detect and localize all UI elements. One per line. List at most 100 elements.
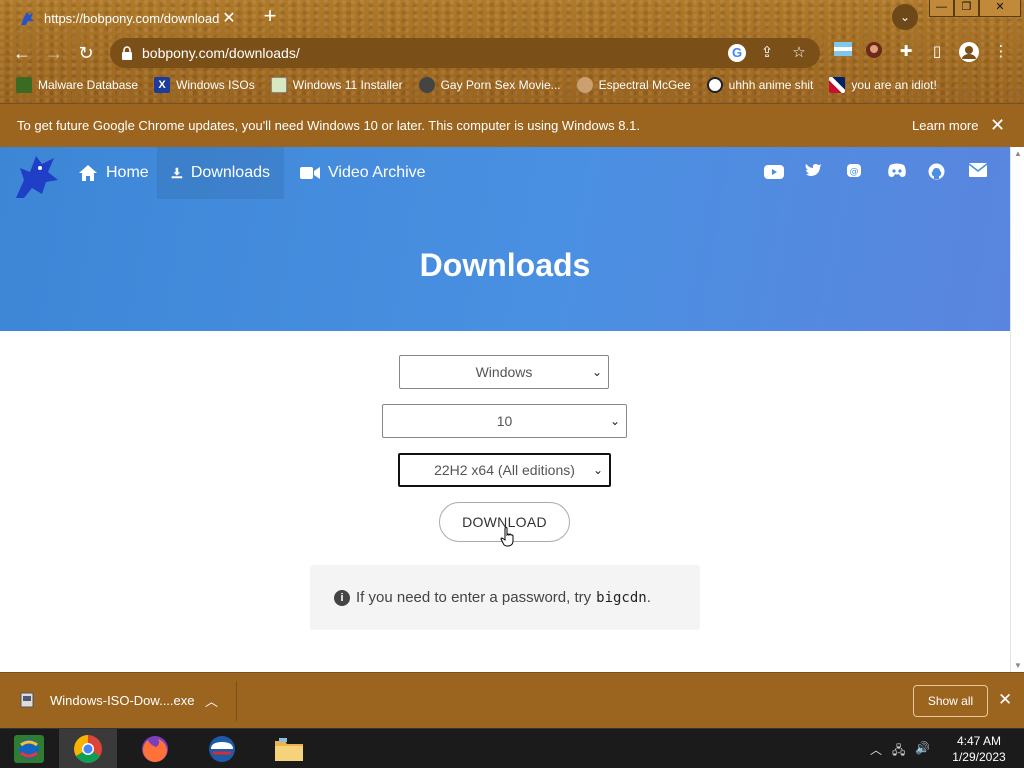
twitter-icon[interactable] [805, 163, 827, 183]
bookmark-label: Gay Porn Sex Movie... [440, 78, 561, 92]
nav-home[interactable]: Home [64, 147, 163, 199]
show-all-button[interactable]: Show all [913, 685, 988, 717]
tab-title: https://bobpony.com/downloads/ [44, 10, 220, 26]
chrome-menu-icon[interactable]: ⋮ [990, 41, 1012, 63]
nav-downloads-label: Downloads [190, 164, 270, 181]
mail-icon[interactable] [968, 163, 991, 183]
avatar-favicon [576, 77, 593, 93]
note-text: If you need to enter a password, try [356, 589, 592, 606]
new-tab-button[interactable]: + [258, 5, 282, 29]
browser-tab[interactable]: https://bobpony.com/downloads/ ✕ [8, 2, 248, 34]
taskbar-clock[interactable]: 4:47 AM 1/29/2023 [944, 733, 1014, 765]
ie-icon[interactable] [193, 729, 251, 768]
start-button[interactable] [0, 729, 58, 768]
nav-home-label: Home [106, 164, 149, 181]
firefox-icon[interactable] [126, 729, 184, 768]
clock-date: 1/29/2023 [952, 750, 1006, 764]
bookmark-anime[interactable]: uhhh anime shit [706, 77, 813, 93]
bookmark-windows-isos[interactable]: X Windows ISOs [154, 77, 255, 93]
note-password: bigcdn [596, 589, 647, 606]
back-button[interactable]: ← [8, 39, 36, 67]
scroll-down-icon[interactable]: ▼ [1014, 661, 1022, 670]
share-icon[interactable]: ⇪ [756, 42, 778, 64]
extension-avatar-icon[interactable] [863, 41, 885, 63]
hand-cursor-icon [500, 527, 514, 547]
bookmark-site[interactable]: Gay Porn Sex Movie... [418, 77, 561, 93]
close-tab-icon[interactable]: ✕ [220, 8, 238, 28]
infobar-message: To get future Google Chrome updates, you… [17, 118, 640, 133]
edition-select-value: 22H2 x64 (All editions) [434, 462, 575, 478]
svg-text:@: @ [850, 167, 859, 177]
clock-time: 4:47 AM [956, 734, 1002, 748]
web-page: Home Downloads Video Archive @ Downloads… [0, 147, 1010, 672]
uk-flag-icon [829, 77, 846, 93]
download-shelf: Windows-ISO-Dow....exe ︿ Show all ✕ [0, 672, 1024, 728]
forward-button[interactable]: → [40, 39, 68, 67]
scroll-up-icon[interactable]: ▲ [1014, 149, 1022, 158]
os-select[interactable]: Windows ⌄ [399, 355, 609, 389]
infobar-close-icon[interactable]: ✕ [990, 115, 1005, 136]
browser-frame: https://bobpony.com/downloads/ ✕ + ⌄ — ❐… [0, 0, 1024, 103]
bookmark-label: Malware Database [38, 78, 139, 92]
window-controls: — ❐ ✕ [929, 0, 1021, 18]
tab-search-button[interactable]: ⌄ [892, 4, 918, 30]
bookmark-label: you are an idiot! [851, 78, 937, 92]
bookmark-star-icon[interactable]: ☆ [788, 42, 810, 64]
nav-video-archive-label: Video Archive [328, 164, 426, 181]
system-tray: ︿ 🖧 🔊 [870, 741, 930, 762]
download-icon [171, 167, 183, 179]
taskbar: ︿ 🖧 🔊 4:47 AM 1/29/2023 [0, 728, 1024, 768]
shelf-divider [236, 681, 237, 721]
version-select[interactable]: 10 ⌄ [382, 404, 627, 438]
network-icon[interactable]: 🖧 [892, 741, 905, 762]
chrome-icon[interactable] [59, 729, 117, 768]
bookmark-malware-database[interactable]: Malware Database [16, 77, 138, 93]
page-scrollbar[interactable]: ▲ ▼ [1010, 147, 1024, 672]
bookmark-espectral-mcgee[interactable]: Espectral McGee [576, 77, 691, 93]
site-navbar: Home Downloads Video Archive @ [0, 147, 1010, 199]
maximize-button[interactable]: ❐ [954, 0, 979, 17]
discord-icon[interactable] [887, 163, 909, 183]
chevron-up-icon[interactable]: ︿ [205, 691, 218, 710]
edition-select[interactable]: 22H2 x64 (All editions) ⌄ [398, 453, 611, 487]
shelf-close-icon[interactable]: ✕ [998, 690, 1012, 710]
bookmark-label: Windows 11 Installer [292, 78, 403, 92]
mastodon-icon[interactable]: @ [846, 163, 868, 183]
bookmark-windows-11-installer[interactable]: Windows 11 Installer [270, 77, 403, 93]
chevron-down-icon: ⌄ [591, 365, 602, 379]
chevron-down-icon: ⌄ [609, 414, 620, 428]
extensions-puzzle-icon[interactable]: ✚ [895, 41, 917, 63]
bobpony-logo[interactable] [10, 150, 62, 202]
show-hidden-icons-icon[interactable]: ︿ [870, 741, 882, 762]
learn-more-link[interactable]: Learn more [912, 118, 978, 133]
download-item[interactable]: Windows-ISO-Dow....exe [20, 692, 195, 708]
page-title: Downloads [419, 247, 591, 283]
nav-downloads[interactable]: Downloads [157, 147, 284, 199]
address-bar[interactable]: bobpony.com/downloads/ G ⇪ ☆ [110, 38, 820, 68]
bookmark-you-are-an-idiot[interactable]: you are an idiot! [829, 77, 937, 93]
github-icon[interactable] [928, 163, 950, 183]
file-explorer-icon[interactable] [260, 729, 318, 768]
info-icon: i [334, 589, 350, 606]
bookmark-label: Espectral McGee [598, 78, 691, 92]
download-file-name: Windows-ISO-Dow....exe [50, 692, 195, 708]
site-favicon [418, 77, 435, 93]
youtube-icon[interactable] [764, 163, 786, 183]
os-select-value: Windows [475, 364, 533, 380]
window-close-button[interactable]: ✕ [979, 0, 1021, 17]
bookmark-label: Windows ISOs [176, 78, 255, 92]
side-panel-icon[interactable]: ▯ [926, 41, 948, 63]
profile-avatar-icon[interactable] [958, 41, 980, 63]
bobpony-favicon [21, 12, 34, 25]
chevron-down-icon: ⌄ [592, 463, 603, 477]
nav-video-archive[interactable]: Video Archive [286, 147, 440, 199]
exe-file-icon [20, 692, 34, 708]
home-icon [79, 165, 97, 181]
reload-button[interactable]: ↻ [72, 39, 100, 67]
url-text: bobpony.com/downloads/ [142, 45, 300, 61]
google-lens-icon[interactable]: G [728, 44, 746, 62]
extension-flag-icon[interactable] [832, 41, 854, 63]
minimize-button[interactable]: — [929, 0, 954, 17]
volume-icon[interactable]: 🔊 [915, 741, 930, 762]
bookmarks-bar: Malware Database X Windows ISOs Windows … [0, 72, 1024, 98]
